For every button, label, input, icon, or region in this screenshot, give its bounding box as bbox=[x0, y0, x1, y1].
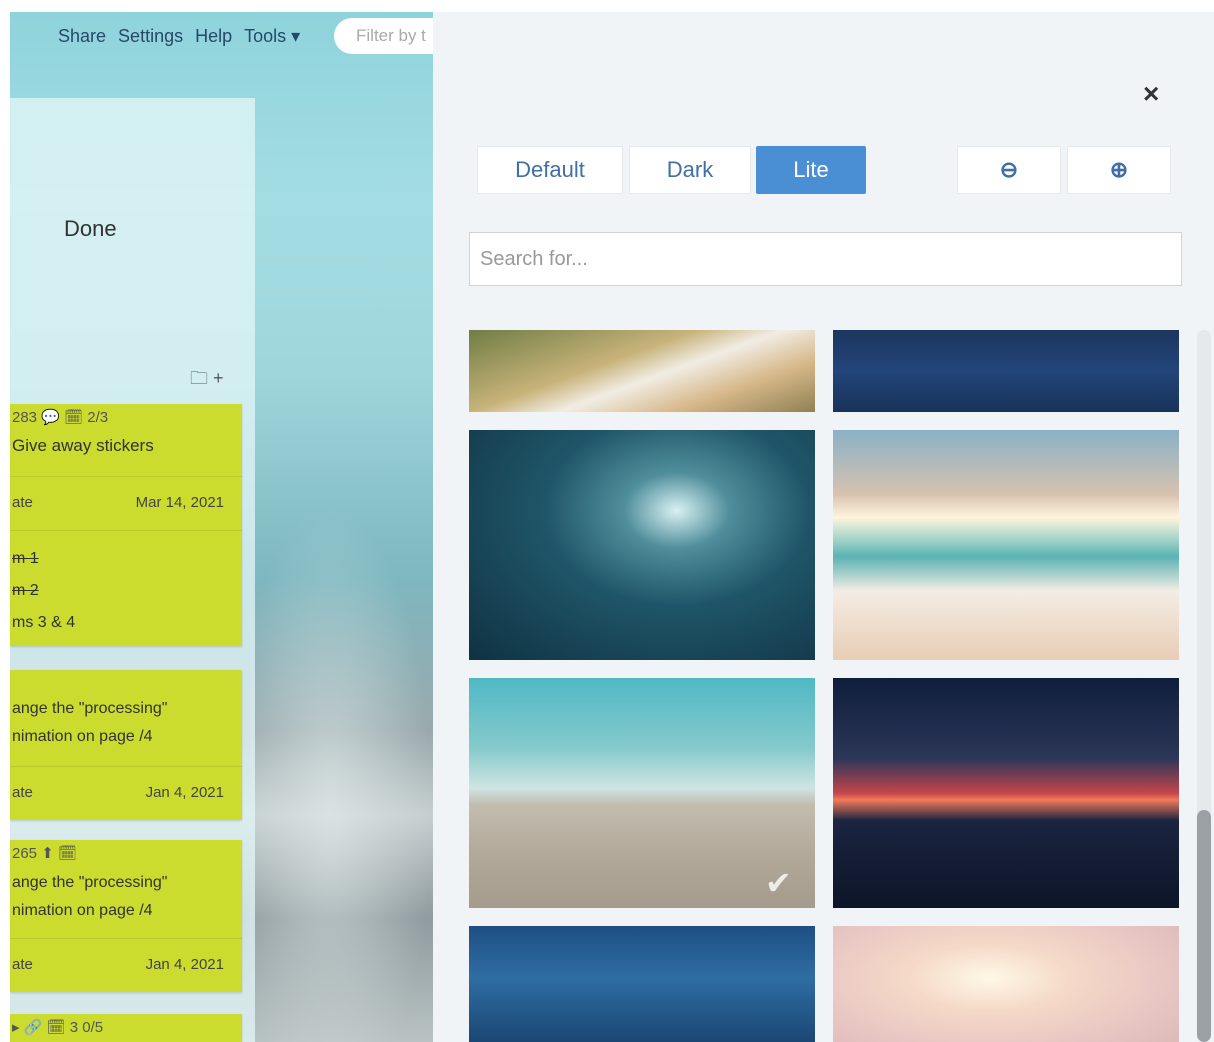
help-link[interactable]: Help bbox=[195, 26, 232, 47]
due-label: ate bbox=[12, 784, 33, 801]
vertical-scrollbar[interactable] bbox=[1197, 330, 1211, 1042]
background-thumbnail-selected[interactable]: ✔ bbox=[469, 678, 815, 908]
background-grid: ✔ bbox=[469, 330, 1189, 1042]
zoom-in-button[interactable]: ⊕ bbox=[1067, 146, 1171, 194]
theme-dark-button[interactable]: Dark bbox=[629, 146, 751, 194]
zoom-out-button[interactable]: ⊖ bbox=[957, 146, 1061, 194]
background-thumbnail[interactable] bbox=[833, 430, 1179, 660]
card-title-line: ange the "processing" bbox=[12, 874, 168, 891]
background-thumbnail[interactable] bbox=[833, 926, 1179, 1042]
background-picker-panel: × Default Dark Lite ⊖ ⊕ ✔ bbox=[433, 12, 1214, 1042]
card-title: Give away stickers bbox=[12, 436, 154, 455]
due-date: Jan 4, 2021 bbox=[145, 956, 224, 973]
done-column: Done 🗀 + 283 💬 🗓 2/3 Give away stickers … bbox=[10, 98, 255, 1042]
settings-link[interactable]: Settings bbox=[118, 26, 183, 47]
divider bbox=[10, 476, 242, 477]
checklist-item[interactable]: ms 3 & 4 bbox=[12, 614, 75, 632]
card[interactable]: ange the "processing" nimation on page /… bbox=[10, 670, 242, 820]
column-actions[interactable]: 🗀 + bbox=[190, 366, 224, 396]
tools-menu[interactable]: Tools ▾ bbox=[244, 26, 300, 47]
background-thumbnail[interactable] bbox=[833, 678, 1179, 908]
checklist-item[interactable]: m 2 bbox=[12, 582, 39, 600]
card-title-line: ange the "processing" bbox=[12, 700, 168, 717]
divider bbox=[10, 530, 242, 531]
checklist-item[interactable]: m 1 bbox=[12, 550, 39, 568]
search-input[interactable] bbox=[469, 232, 1182, 286]
theme-lite-button[interactable]: Lite bbox=[756, 146, 866, 194]
card-title-line: nimation on page /4 bbox=[12, 728, 153, 745]
card[interactable]: ▸ 🔗 🗓 3 0/5 bbox=[10, 1014, 242, 1042]
column-title: Done bbox=[64, 216, 117, 241]
due-date: Jan 4, 2021 bbox=[145, 784, 224, 801]
share-link[interactable]: Share bbox=[58, 26, 106, 47]
scrollbar-thumb[interactable] bbox=[1197, 810, 1211, 1042]
background-thumbnail[interactable] bbox=[833, 330, 1179, 412]
column-header: Done bbox=[10, 98, 255, 358]
card-title-line: nimation on page /4 bbox=[12, 902, 153, 919]
due-date: Mar 14, 2021 bbox=[135, 494, 224, 511]
card-meta: 265 ⬆ 🗓 bbox=[12, 845, 77, 862]
background-thumbnail[interactable] bbox=[469, 330, 815, 412]
divider bbox=[10, 766, 242, 767]
background-thumbnail[interactable] bbox=[469, 430, 815, 660]
card-meta: 283 💬 🗓 2/3 bbox=[12, 409, 109, 426]
divider bbox=[10, 938, 242, 939]
zoom-out-icon: ⊖ bbox=[999, 157, 1019, 182]
card[interactable]: 265 ⬆ 🗓 ange the "processing" nimation o… bbox=[10, 840, 242, 992]
close-icon[interactable]: × bbox=[1143, 78, 1159, 110]
due-label: ate bbox=[12, 494, 33, 511]
card[interactable]: 283 💬 🗓 2/3 Give away stickers ate Mar 1… bbox=[10, 404, 242, 646]
card-meta: ▸ 🔗 🗓 3 0/5 bbox=[12, 1019, 104, 1036]
check-icon: ✔ bbox=[765, 865, 792, 901]
background-thumbnail[interactable] bbox=[469, 926, 815, 1042]
zoom-in-icon: ⊕ bbox=[1109, 157, 1129, 182]
due-label: ate bbox=[12, 956, 33, 973]
theme-default-button[interactable]: Default bbox=[477, 146, 623, 194]
